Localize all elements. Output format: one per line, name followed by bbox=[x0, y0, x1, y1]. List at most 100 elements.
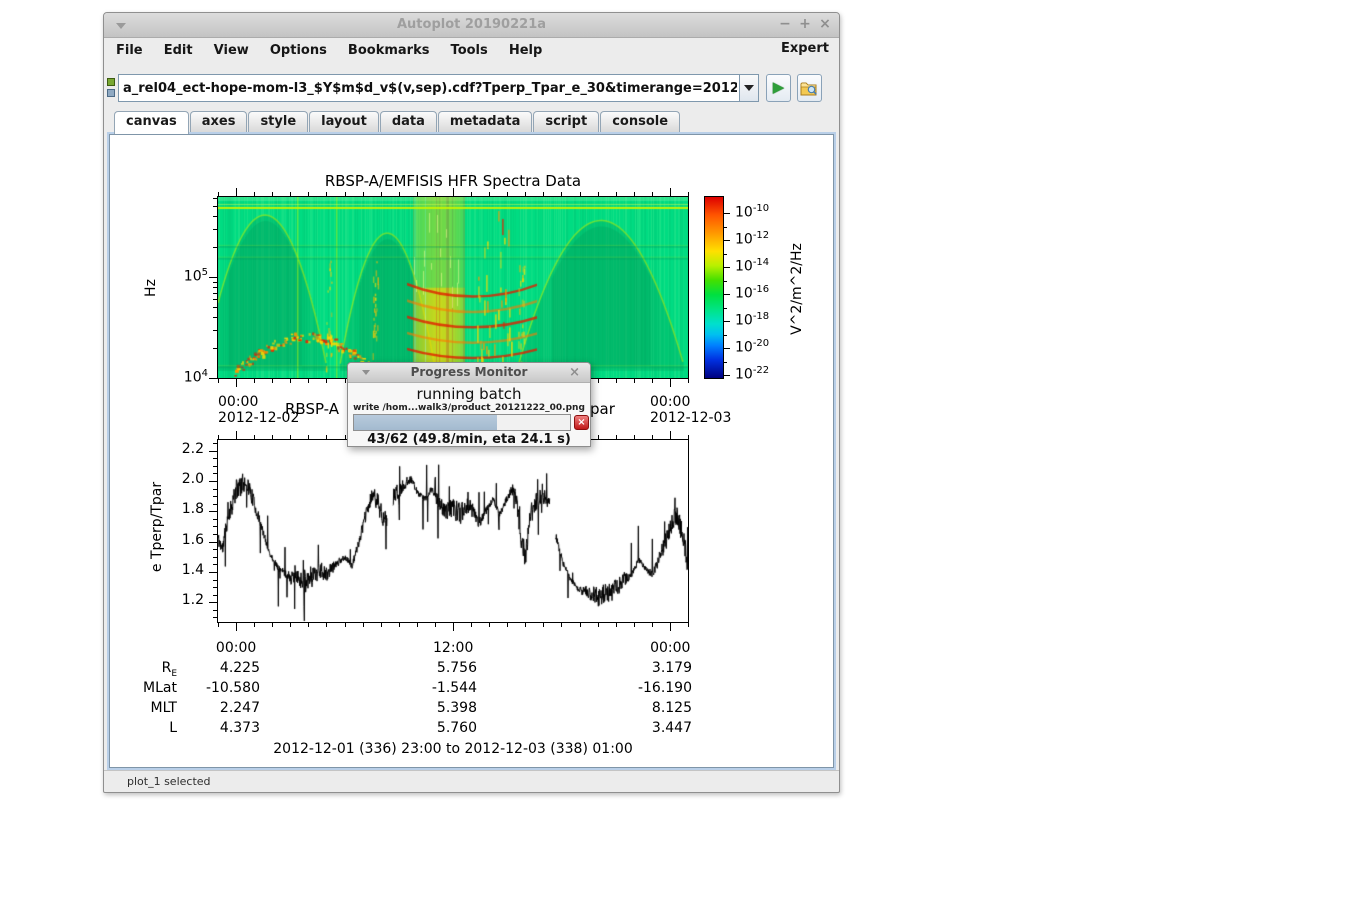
tab-canvas[interactable]: canvas bbox=[114, 111, 189, 134]
table-value: -10.580 bbox=[150, 680, 260, 696]
minimize-button[interactable]: − bbox=[777, 16, 793, 32]
axis-tick bbox=[218, 379, 219, 383]
spectrogram-ylabel: Hz bbox=[143, 273, 159, 303]
axis-tick bbox=[326, 623, 327, 627]
axis-tick bbox=[326, 435, 327, 439]
axis-tick bbox=[525, 192, 526, 196]
axis-tick bbox=[213, 519, 217, 520]
time-range-label: 2012-12-01 (336) 23:00 to 2012-12-03 (33… bbox=[273, 741, 632, 757]
lineplot-plotbox[interactable] bbox=[217, 439, 689, 623]
progress-task-label: running batch bbox=[348, 385, 590, 403]
axis-tick bbox=[435, 623, 436, 627]
window-titlebar[interactable]: Autoplot 20190221a − + × bbox=[104, 13, 839, 38]
plot-surface[interactable]: RBSP-A/EMFISIS HFR Spectra Data Hz V^2/m… bbox=[110, 135, 833, 767]
colorbar[interactable] bbox=[705, 197, 723, 378]
spectrogram-plotbox[interactable] bbox=[217, 196, 689, 379]
progress-detail-label: write /hom...walk3/product_20121222_00.p… bbox=[348, 403, 590, 413]
window-title: Autoplot 20190221a bbox=[104, 17, 839, 32]
axis-tick bbox=[213, 610, 217, 611]
menu-view[interactable]: View bbox=[206, 41, 257, 60]
tab-style[interactable]: style bbox=[248, 111, 308, 132]
axis-tick bbox=[213, 526, 217, 527]
menu-edit[interactable]: Edit bbox=[156, 41, 201, 60]
axis-tick bbox=[254, 623, 255, 627]
axis-tick bbox=[724, 348, 730, 349]
progress-monitor-dialog[interactable]: Progress Monitor × running batch write /… bbox=[347, 362, 591, 447]
axis-tick bbox=[272, 192, 273, 196]
table-value: 4.373 bbox=[150, 720, 260, 736]
uri-dropdown-button[interactable] bbox=[739, 74, 759, 102]
datasource-green-icon[interactable] bbox=[107, 78, 115, 86]
spec-ytick-label: 104 bbox=[172, 368, 208, 386]
tab-metadata[interactable]: metadata bbox=[438, 111, 532, 132]
axis-tick bbox=[209, 602, 217, 603]
lineplot-plot[interactable] bbox=[218, 440, 688, 622]
tab-console[interactable]: console bbox=[600, 111, 680, 132]
axis-tick bbox=[634, 192, 635, 196]
axis-tick bbox=[724, 375, 730, 376]
tab-data[interactable]: data bbox=[380, 111, 437, 132]
axis-tick bbox=[236, 188, 237, 196]
menu-options[interactable]: Options bbox=[262, 41, 335, 60]
stop-button[interactable]: × bbox=[574, 415, 589, 430]
axis-tick bbox=[724, 213, 730, 214]
axis-tick bbox=[724, 308, 727, 309]
axis-tick bbox=[489, 192, 490, 196]
axis-tick bbox=[272, 623, 273, 627]
browse-button[interactable] bbox=[797, 74, 822, 102]
dialog-titlebar[interactable]: Progress Monitor × bbox=[348, 363, 590, 383]
plot-canvas-panel: RBSP-A/EMFISIS HFR Spectra Data Hz V^2/m… bbox=[107, 132, 836, 770]
axis-tick bbox=[345, 623, 346, 627]
axis-tick bbox=[326, 192, 327, 196]
tab-layout[interactable]: layout bbox=[309, 111, 379, 132]
axis-tick bbox=[213, 443, 217, 444]
axis-tick bbox=[652, 623, 653, 627]
axis-tick bbox=[308, 192, 309, 196]
colorbar-tick-label: 10-20 bbox=[735, 338, 769, 356]
axis-tick bbox=[308, 623, 309, 627]
axis-tick bbox=[213, 293, 217, 294]
colorbar-tick-label: 10-10 bbox=[735, 203, 769, 221]
menu-tools[interactable]: Tools bbox=[443, 41, 496, 60]
menu-bookmarks[interactable]: Bookmarks bbox=[340, 41, 438, 60]
expert-mode-label[interactable]: Expert bbox=[781, 41, 829, 56]
axis-tick bbox=[724, 240, 730, 241]
play-icon: ▶ bbox=[773, 79, 785, 96]
axis-tick bbox=[634, 623, 635, 627]
menu-help[interactable]: Help bbox=[501, 41, 550, 60]
dialog-close-icon[interactable]: × bbox=[569, 365, 580, 380]
axis-tick bbox=[209, 277, 217, 278]
folder-search-icon bbox=[800, 80, 819, 97]
close-button[interactable]: × bbox=[817, 16, 833, 32]
axis-tick bbox=[543, 192, 544, 196]
axis-tick bbox=[209, 378, 217, 379]
tab-script[interactable]: script bbox=[533, 111, 599, 132]
axis-tick bbox=[213, 458, 217, 459]
axis-tick bbox=[724, 254, 727, 255]
axis-tick bbox=[213, 198, 217, 199]
axis-tick bbox=[507, 192, 508, 196]
axis-tick bbox=[417, 623, 418, 627]
maximize-button[interactable]: + bbox=[797, 16, 813, 32]
datasource-blue-icon[interactable] bbox=[107, 89, 115, 97]
uri-input[interactable] bbox=[118, 74, 739, 102]
axis-tick bbox=[580, 623, 581, 627]
go-button[interactable]: ▶ bbox=[766, 74, 791, 102]
table-value: 4.225 bbox=[150, 660, 260, 676]
axis-tick bbox=[363, 192, 364, 196]
axis-tick bbox=[290, 623, 291, 627]
axis-tick bbox=[213, 587, 217, 588]
progress-bar bbox=[353, 414, 571, 431]
spectrogram-plot[interactable] bbox=[218, 197, 688, 378]
axis-tick bbox=[308, 435, 309, 439]
line-xtick-label: 00:00 bbox=[650, 640, 690, 656]
axis-tick bbox=[254, 192, 255, 196]
tab-axes[interactable]: axes bbox=[190, 111, 248, 132]
axis-tick bbox=[652, 192, 653, 196]
axis-tick bbox=[453, 188, 454, 196]
status-text: plot_1 selected bbox=[127, 775, 211, 788]
axis-tick bbox=[290, 192, 291, 196]
line-xtick-label: 12:00 bbox=[433, 640, 473, 656]
axis-tick bbox=[213, 580, 217, 581]
menu-file[interactable]: File bbox=[108, 41, 151, 60]
